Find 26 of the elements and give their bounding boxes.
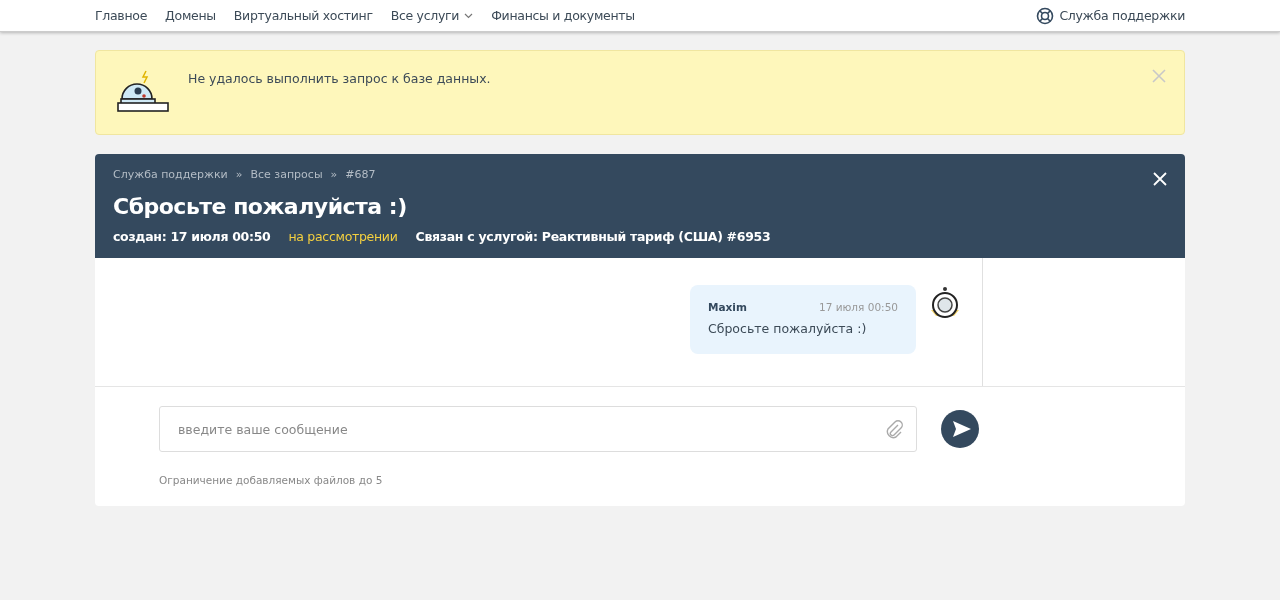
breadcrumb-link[interactable]: Все запросы bbox=[250, 168, 323, 181]
ticket-title: Сбросьте пожалуйста :) bbox=[113, 194, 408, 219]
breadcrumb-separator: » bbox=[235, 168, 243, 181]
message-text: Сбросьте пожалуйста :) bbox=[708, 321, 868, 336]
send-icon bbox=[951, 420, 972, 438]
ticket-status: на рассмотрении bbox=[288, 229, 398, 244]
file-limit-note: Ограничение добавляемых файлов до 5 bbox=[159, 474, 384, 486]
send-button[interactable] bbox=[941, 410, 979, 448]
chevron-down-icon bbox=[464, 12, 474, 19]
message-author: Maxim bbox=[708, 301, 747, 313]
nav-link[interactable]: Все услуги bbox=[390, 8, 474, 23]
message-time: 17 июля 00:50 bbox=[819, 301, 898, 313]
nav-link[interactable]: Виртуальный хостинг bbox=[233, 8, 373, 23]
message-input[interactable]: введите ваше сообщение bbox=[159, 406, 917, 452]
nav-link[interactable]: Домены bbox=[165, 8, 216, 23]
breadcrumb-separator: » bbox=[330, 168, 338, 181]
breadcrumb-link[interactable]: Служба поддержки bbox=[113, 168, 228, 181]
lifebuoy-icon bbox=[1036, 6, 1055, 25]
paperclip-icon bbox=[885, 419, 903, 439]
nav-link[interactable]: Финансы и документы bbox=[491, 8, 635, 23]
nav-link[interactable]: Главное bbox=[95, 8, 148, 23]
linked-service: Связан с услугой: Реактивный тариф (США) #6953 bbox=[415, 229, 771, 244]
breadcrumb-link[interactable]: #687 bbox=[345, 168, 376, 181]
support-link[interactable]: Служба поддержки bbox=[1036, 6, 1185, 25]
created-date: создан: 17 июля 00:50 bbox=[113, 229, 271, 244]
alert-message: Не удалось выполнить запрос к базе данных. bbox=[188, 71, 491, 86]
